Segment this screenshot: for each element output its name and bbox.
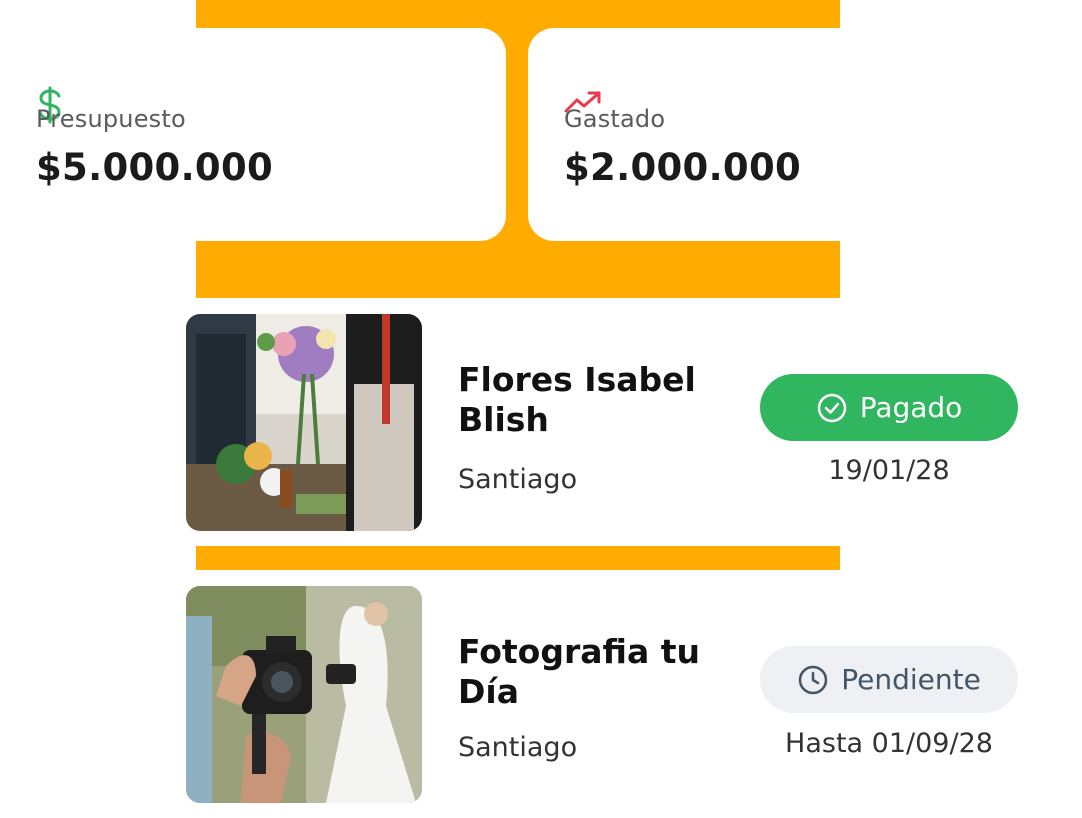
vendor-city: Santiago bbox=[458, 464, 578, 495]
vendor-row[interactable]: Flores Isabel Blish Santiago Pagado 19/0… bbox=[186, 314, 1046, 534]
wedding-photographer-photo bbox=[186, 586, 422, 803]
budget-value: $5.000.000 bbox=[36, 146, 274, 189]
status-badge-paid[interactable]: Pagado bbox=[760, 374, 1018, 441]
accent-band-top bbox=[196, 0, 840, 28]
budget-card[interactable]: Presupuesto $5.000.000 bbox=[0, 28, 506, 241]
spent-card[interactable]: Gastado $2.000.000 bbox=[528, 28, 1082, 241]
spent-value: $2.000.000 bbox=[564, 146, 802, 189]
vendor-city: Santiago bbox=[458, 732, 578, 763]
florist-photo bbox=[186, 314, 422, 531]
check-circle-icon bbox=[816, 392, 848, 424]
vendor-name: Flores Isabel Blish bbox=[458, 360, 696, 439]
clock-icon bbox=[797, 664, 829, 696]
status-label: Pagado bbox=[859, 391, 963, 424]
vendor-row[interactable]: Fotografia tu Día Santiago Pendiente Has… bbox=[186, 586, 1046, 806]
status-date: Hasta 01/09/28 bbox=[785, 728, 993, 759]
status-label: Pendiente bbox=[841, 663, 981, 696]
accent-divider bbox=[196, 546, 840, 570]
status-badge-pending[interactable]: Pendiente bbox=[760, 646, 1018, 713]
status-date: 19/01/28 bbox=[828, 455, 950, 486]
budget-label: Presupuesto bbox=[36, 105, 186, 133]
spent-label: Gastado bbox=[564, 105, 666, 133]
vendor-name: Fotografia tu Día bbox=[458, 632, 700, 711]
